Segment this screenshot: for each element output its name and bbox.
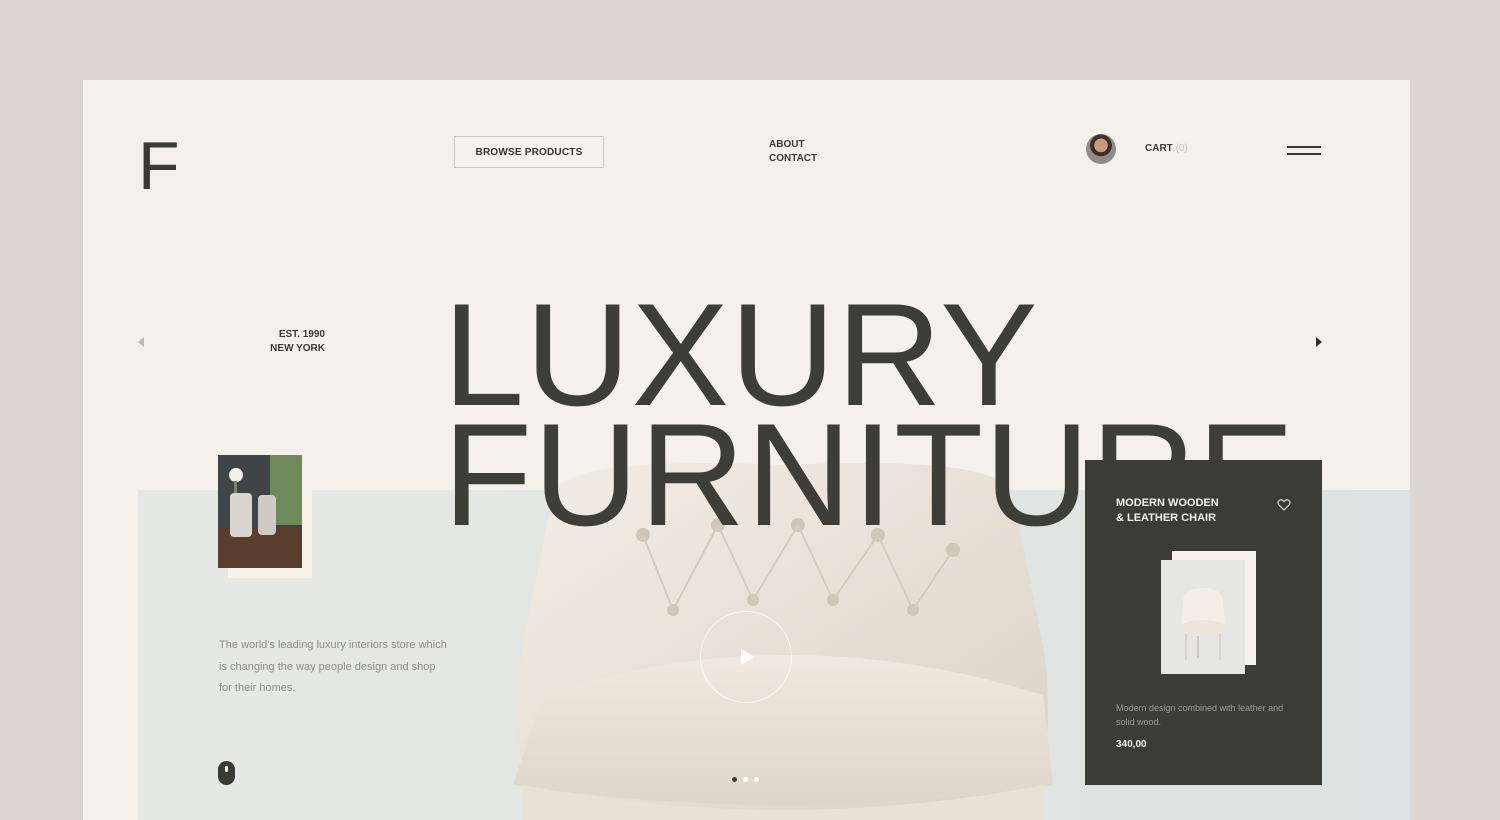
hero-description: The world's leading luxury interiors sto…	[219, 639, 447, 694]
product-title: MODERN WOODEN & LEATHER CHAIR	[1116, 496, 1256, 526]
play-video-button[interactable]	[700, 611, 792, 703]
established-info: EST. 1990 NEW YORK	[243, 328, 325, 356]
slide-dot[interactable]	[743, 777, 748, 782]
cart-link[interactable]: CART (0)	[1145, 143, 1188, 154]
hamburger-menu-icon[interactable]	[1287, 146, 1323, 160]
play-icon	[740, 649, 755, 665]
nav-about-link[interactable]: ABOUT	[769, 138, 817, 152]
product-title-line-2: & LEATHER CHAIR	[1116, 512, 1217, 524]
cart-label: CART	[1145, 143, 1173, 154]
user-avatar[interactable]	[1086, 134, 1116, 164]
nav-contact-link[interactable]: CONTACT	[769, 152, 817, 166]
product-description: Modern design combined with leather and …	[1116, 703, 1284, 727]
product-price: 340,00	[1116, 739, 1147, 750]
slide-dots	[732, 777, 759, 782]
cart-count: (0)	[1175, 143, 1188, 154]
arrow-left-icon[interactable]	[138, 337, 144, 347]
slide-dot[interactable]	[732, 777, 737, 782]
interior-thumbnail[interactable]	[218, 455, 302, 568]
heart-icon[interactable]	[1277, 498, 1291, 512]
product-title-line-1: MODERN WOODEN	[1116, 497, 1219, 509]
mouse-scroll-icon[interactable]	[218, 761, 235, 785]
nav-links: ABOUT CONTACT	[769, 138, 817, 166]
product-photo	[1161, 560, 1245, 674]
product-card[interactable]: MODERN WOODEN & LEATHER CHAIR Modern des…	[1085, 460, 1322, 785]
landing-page: F BROWSE PRODUCTS ABOUT CONTACT CART (0)…	[83, 80, 1410, 820]
product-image[interactable]	[1161, 551, 1256, 675]
est-year: EST. 1990	[278, 329, 325, 340]
brand-logo[interactable]: F	[138, 132, 180, 200]
slide-dot[interactable]	[754, 777, 759, 782]
browse-products-button[interactable]: BROWSE PRODUCTS	[454, 136, 604, 168]
est-location: NEW YORK	[270, 343, 325, 354]
arrow-right-icon[interactable]	[1316, 337, 1322, 347]
